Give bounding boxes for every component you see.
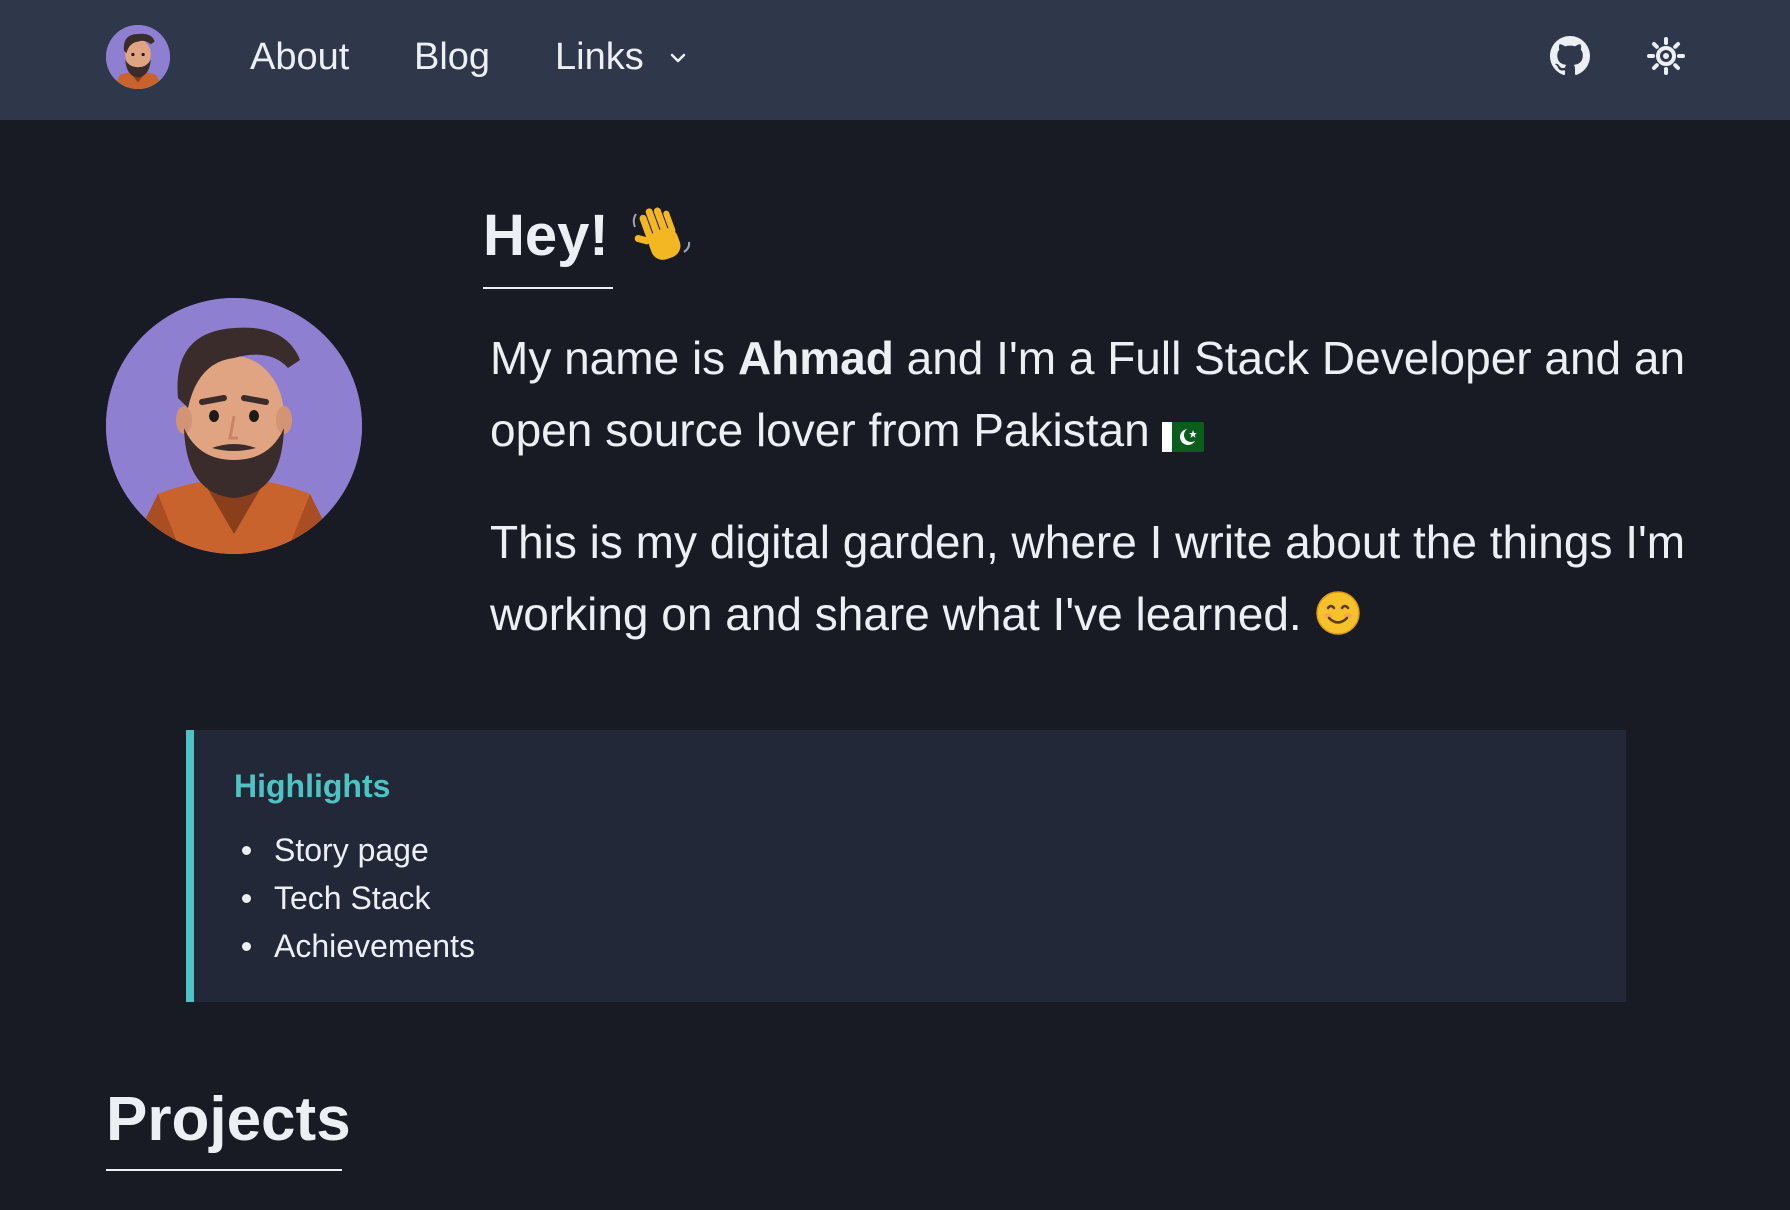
digital-garden-text: This is my digital garden, where I write… <box>490 516 1686 640</box>
hero-title: Hey! <box>483 203 609 268</box>
intro-paragraph: My name is Ahmad and I'm a Full Stack De… <box>490 322 1690 466</box>
profile-avatar <box>106 298 362 554</box>
intro-text-start: My name is <box>490 332 738 384</box>
waving-hand-emoji <box>632 207 691 260</box>
nav-blog-link[interactable]: Blog <box>414 34 490 80</box>
digital-garden-paragraph: This is my digital garden, where I write… <box>490 506 1690 650</box>
avatar-icon[interactable] <box>106 25 170 89</box>
hero-title-underline <box>483 287 613 289</box>
highlight-item-tech-stack[interactable]: Tech Stack <box>234 874 475 922</box>
navbar: About Blog Links <box>0 0 1790 120</box>
highlights-title: Highlights <box>234 768 391 804</box>
nav-about-link[interactable]: About <box>250 34 349 80</box>
projects-heading: Projects <box>106 1085 351 1154</box>
chevron-down-icon[interactable] <box>668 48 688 68</box>
nav-links-dropdown[interactable]: Links <box>555 34 644 80</box>
github-icon[interactable] <box>1550 36 1590 76</box>
highlight-item-story-page[interactable]: Story page <box>234 826 475 874</box>
sun-icon[interactable] <box>1646 36 1686 76</box>
author-name: Ahmad <box>737 332 894 384</box>
projects-heading-underline <box>106 1169 342 1171</box>
smiling-face-emoji <box>1315 591 1360 635</box>
highlights-callout: Highlights Story page Tech Stack Achieve… <box>186 730 1626 1002</box>
highlight-item-achievements[interactable]: Achievements <box>234 922 475 970</box>
pakistan-flag-emoji <box>1162 422 1205 452</box>
highlights-list: Story page Tech Stack Achievements <box>234 826 475 970</box>
